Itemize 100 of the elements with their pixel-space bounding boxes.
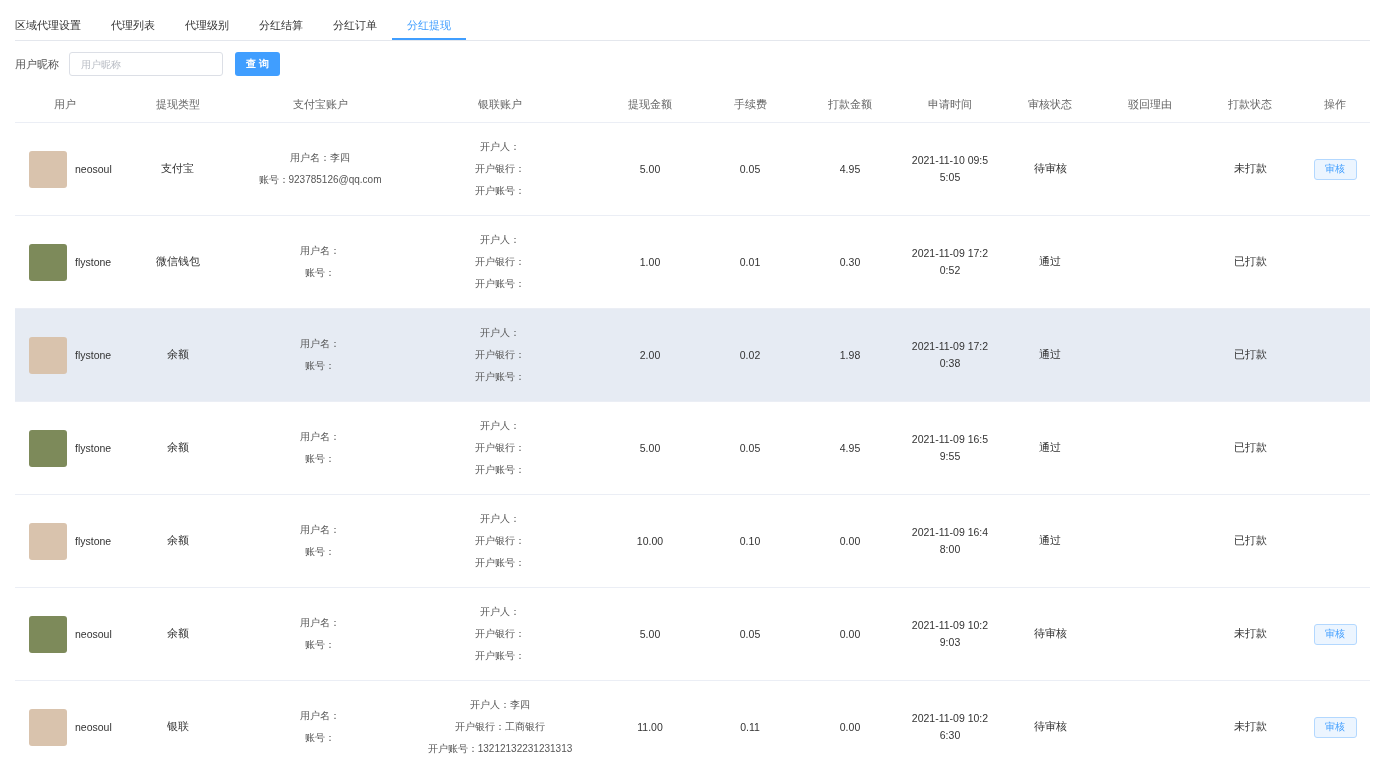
bank-account-line: 开户账号： <box>475 184 525 198</box>
tab[interactable]: 代理级别 <box>170 10 244 40</box>
table-cell-text: 已打款 <box>1232 441 1268 455</box>
table-cell-text: 0.00 <box>838 535 862 547</box>
table-cell-text: 通过 <box>1038 441 1062 455</box>
column-header: 打款金额 <box>827 97 873 112</box>
avatar-photo-placeholder <box>29 429 67 467</box>
table-cell-text: 2021-11-10 09:55:05 <box>911 153 989 185</box>
table-cell-text: 5.00 <box>638 442 662 454</box>
column-header: 提现类型 <box>154 97 201 112</box>
table-cell-text: 1.98 <box>838 349 862 361</box>
bank-account-line: 开户账号： <box>475 370 525 384</box>
table-cell-text: 0.30 <box>838 256 862 268</box>
table-cell-text: 0.00 <box>838 628 862 640</box>
column-header: 银联账户 <box>477 97 523 112</box>
table-cell-text: 余额 <box>165 627 190 641</box>
user-name: neosoul <box>75 163 112 175</box>
table-cell-text: 支付宝 <box>160 162 195 176</box>
bank-account-line: 开户银行： <box>475 534 525 548</box>
table-cell-text: 0.05 <box>738 442 762 454</box>
column-header: 手续费 <box>732 97 768 112</box>
bank-account-line: 开户银行： <box>475 162 525 176</box>
alipay-account-line: 账号： <box>305 452 335 466</box>
table-cell-text: 待审核 <box>1032 162 1068 176</box>
alipay-account-line: 用户名： <box>300 430 340 444</box>
tab[interactable]: 分红订单 <box>318 10 392 40</box>
tab[interactable]: 分红结算 <box>244 10 318 40</box>
alipay-account-line: 账号： <box>305 266 335 280</box>
table-cell-text: 11.00 <box>636 721 664 733</box>
table-cell-text: 已打款 <box>1232 348 1268 362</box>
bank-account-line: 开户账号： <box>475 277 525 291</box>
table-cell-text: 0.05 <box>738 628 762 640</box>
bank-account-line: 开户银行： <box>475 348 525 362</box>
bank-account-line: 开户银行： <box>475 441 525 455</box>
table-cell-text: 未打款 <box>1232 162 1268 176</box>
bank-account-line: 开户人： <box>480 140 520 154</box>
table-cell-text: 1.00 <box>638 256 662 268</box>
column-header: 审核状态 <box>1027 97 1073 112</box>
table-cell-text: 2021-11-09 16:59:55 <box>911 432 989 464</box>
alipay-account-line: 账号：923785126@qq.com <box>258 173 382 187</box>
alipay-account-line: 账号： <box>305 359 335 373</box>
bank-account-line: 开户人： <box>480 605 520 619</box>
table-cell-text: 2.00 <box>638 349 662 361</box>
avatar-photo-placeholder <box>29 150 67 188</box>
tab[interactable]: 代理列表 <box>96 10 170 40</box>
table-cell-text: 已打款 <box>1232 255 1268 269</box>
table-cell-text: 余额 <box>165 534 190 548</box>
avatar-photo-placeholder <box>29 615 67 653</box>
user-name: neosoul <box>75 721 112 733</box>
alipay-account-line: 用户名： <box>300 709 340 723</box>
table-cell-text: 微信钱包 <box>154 255 201 269</box>
table-cell-text: 0.01 <box>738 256 762 268</box>
search-label: 用户昵称 <box>15 56 59 72</box>
bank-account-line: 开户账号：13212132231231313 <box>427 742 573 756</box>
avatar-photo-placeholder <box>29 336 67 374</box>
table-cell-text: 未打款 <box>1232 720 1268 734</box>
table-cell-text: 2021-11-09 10:26:30 <box>911 711 989 743</box>
column-header: 申请时间 <box>927 97 973 112</box>
table-cell-text: 0.11 <box>739 721 761 733</box>
table-cell-text: 余额 <box>165 348 190 362</box>
table-cell-text: 银联 <box>165 720 190 734</box>
column-header: 打款状态 <box>1227 97 1273 112</box>
table-cell-text: 未打款 <box>1232 627 1268 641</box>
alipay-account-line: 用户名： <box>300 616 340 630</box>
alipay-account-line: 用户名： <box>300 337 340 351</box>
table-cell-text: 0.05 <box>738 163 762 175</box>
bank-account-line: 开户账号： <box>475 556 525 570</box>
table-cell-text: 通过 <box>1038 255 1062 269</box>
table-cell-text: 已打款 <box>1232 534 1268 548</box>
table-cell-text: 余额 <box>165 441 190 455</box>
table-cell-text: 2021-11-09 17:20:38 <box>911 339 989 371</box>
table-cell-text: 通过 <box>1038 348 1062 362</box>
bank-account-line: 开户人： <box>480 512 520 526</box>
table-cell-text: 5.00 <box>638 628 662 640</box>
avatar-photo-placeholder <box>29 243 67 281</box>
table-cell-text: 0.02 <box>738 349 762 361</box>
bank-account-line: 开户银行： <box>475 627 525 641</box>
table-cell-text: 2021-11-09 17:20:52 <box>911 246 989 278</box>
bank-account-line: 开户银行： <box>475 255 525 269</box>
avatar-photo-placeholder <box>29 522 67 560</box>
table-cell-text: 0.10 <box>738 535 762 547</box>
column-header: 操作 <box>1323 97 1347 112</box>
column-header: 用户 <box>53 97 77 112</box>
bank-account-line: 开户账号： <box>475 649 525 663</box>
user-name: flystone <box>75 256 112 268</box>
bank-account-line: 开户人：李四 <box>470 698 530 712</box>
bank-account-line: 开户银行：工商银行 <box>455 720 545 734</box>
column-header: 驳回理由 <box>1127 97 1173 112</box>
table-cell-text: 5.00 <box>638 163 662 175</box>
alipay-account-line: 账号： <box>305 731 335 745</box>
user-name: flystone <box>75 349 112 361</box>
column-header: 支付宝账户 <box>291 97 349 112</box>
alipay-account-line: 用户名：李四 <box>290 151 350 165</box>
table-cell-text: 2021-11-09 10:29:03 <box>911 618 989 650</box>
user-name: flystone <box>75 442 112 454</box>
column-header: 提现金额 <box>627 97 673 112</box>
table-cell-text: 10.00 <box>635 535 665 547</box>
alipay-account-line: 用户名： <box>300 523 340 537</box>
bank-account-line: 开户人： <box>480 419 520 433</box>
tab[interactable]: 区域代理设置 <box>15 10 96 40</box>
